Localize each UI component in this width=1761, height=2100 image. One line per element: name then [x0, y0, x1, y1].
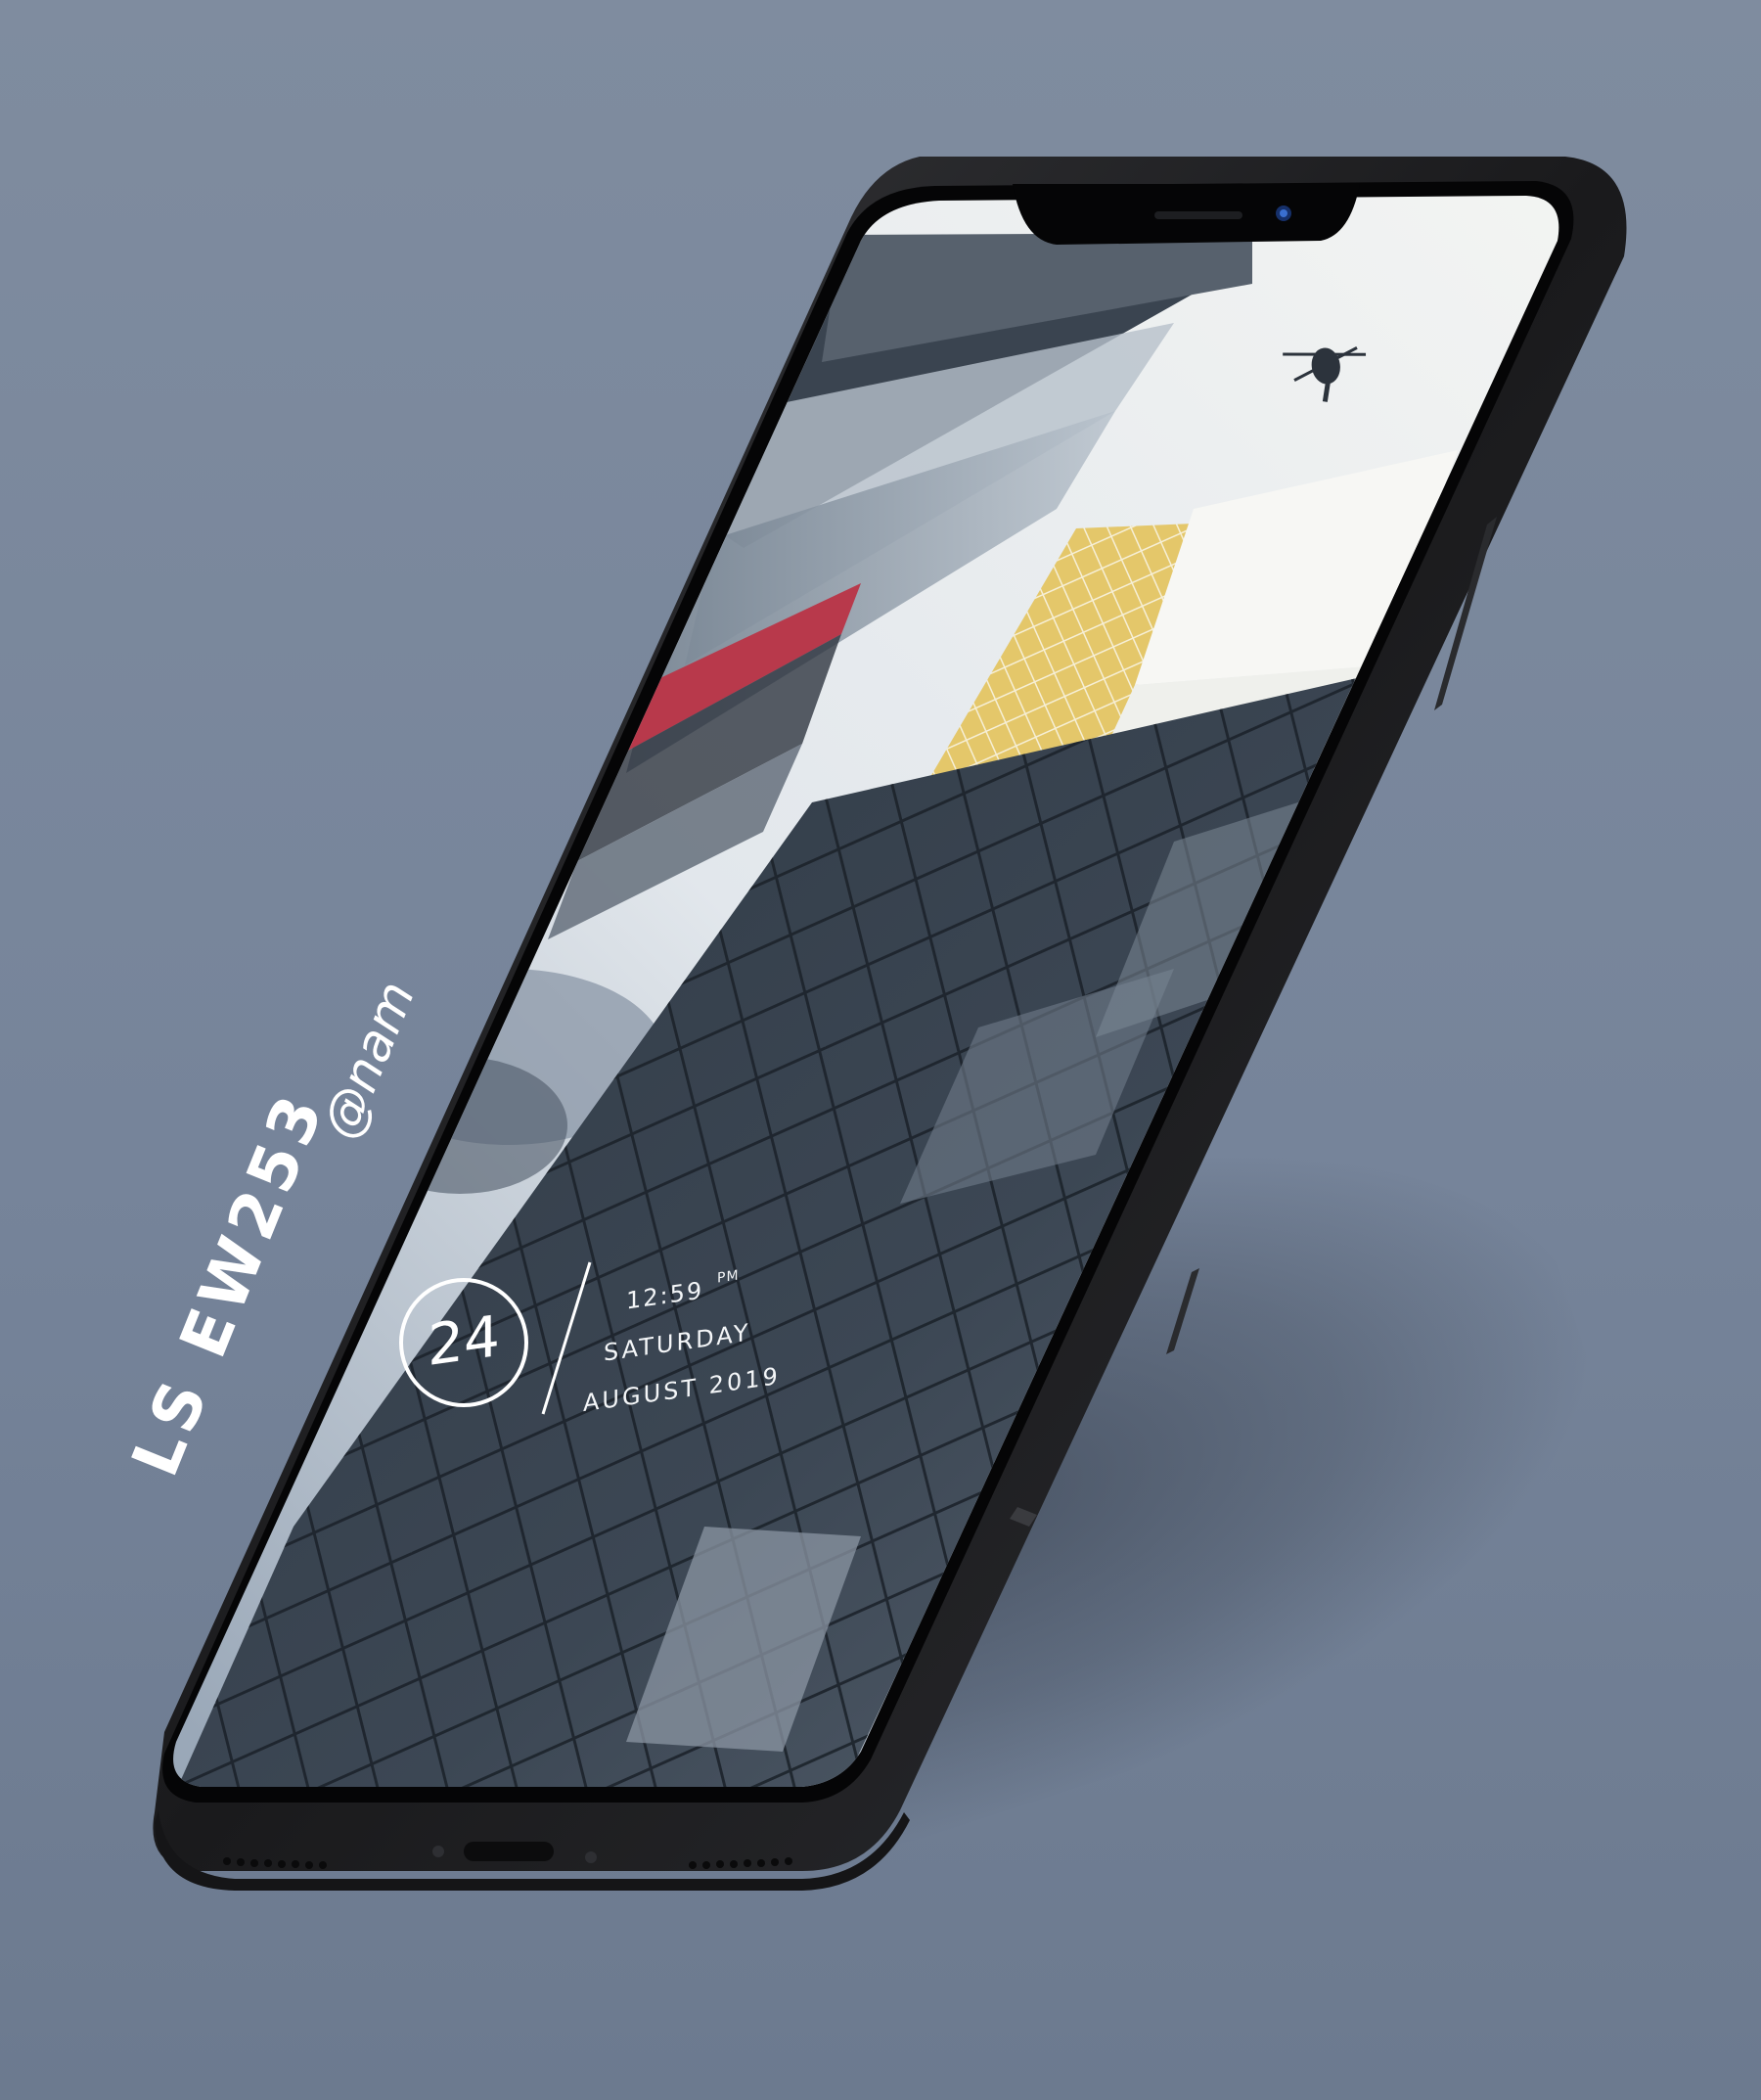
- phone-mockup-scene: [153, 157, 1627, 1891]
- day-number: 24: [428, 1301, 500, 1380]
- lockscreen-ampm: PM: [717, 1267, 740, 1287]
